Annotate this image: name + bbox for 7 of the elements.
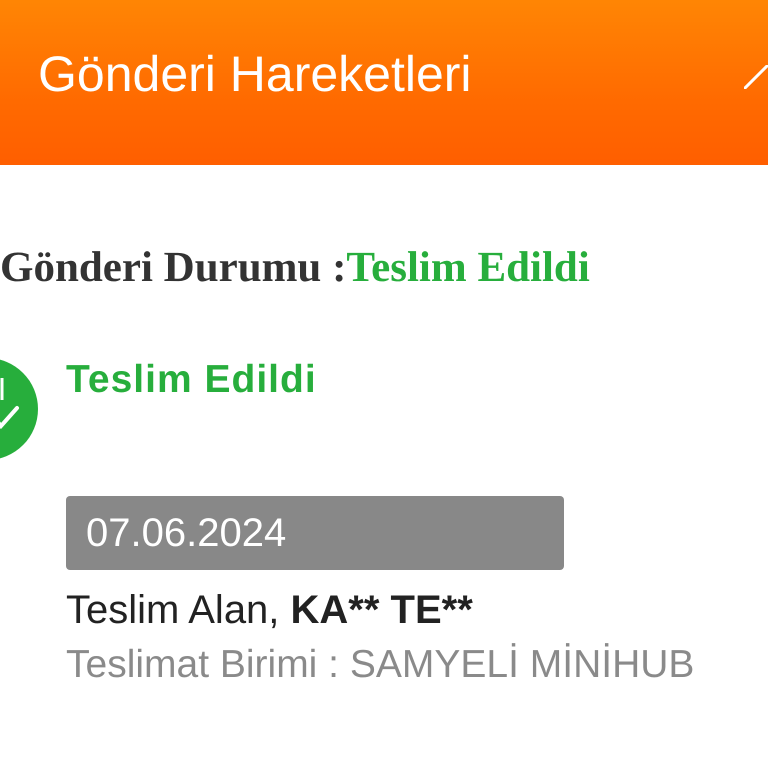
page-title: Gönderi Hareketleri <box>38 46 472 102</box>
delivery-unit-text: Teslimat Birimi : SAMYELİ MİNİHUB <box>66 642 694 688</box>
event-date: 07.06.2024 <box>86 510 286 556</box>
shipment-status: Gönderi Durumu :Teslim Edildi <box>0 243 591 293</box>
close-icon[interactable] <box>744 65 768 89</box>
event-title: Teslim Edildi <box>66 357 318 403</box>
receiver-text: Teslim Alan, KA** TE** <box>66 587 474 634</box>
